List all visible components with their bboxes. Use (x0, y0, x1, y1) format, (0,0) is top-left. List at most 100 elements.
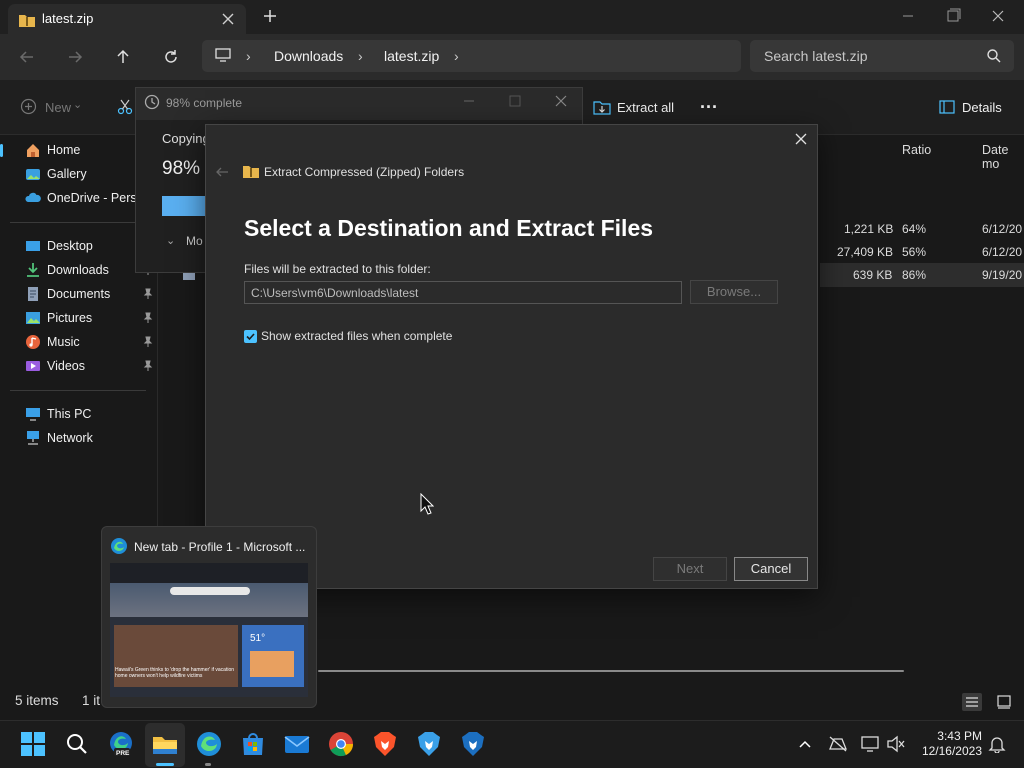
pc-icon (214, 47, 232, 63)
row-size: 27,409 KB (837, 245, 894, 259)
details-button[interactable]: Details (962, 100, 1002, 115)
maximize-icon[interactable] (931, 2, 975, 30)
row-ratio: 56% (902, 245, 927, 259)
store-icon[interactable] (240, 731, 266, 757)
new-plus-icon[interactable] (20, 98, 37, 115)
edge-icon[interactable] (196, 731, 222, 757)
brave-nightly-icon[interactable] (460, 731, 486, 757)
display-icon[interactable] (860, 735, 880, 753)
breadcrumb-downloads[interactable]: Downloads (274, 48, 343, 64)
next-button[interactable]: Next (653, 557, 727, 581)
column-header-date[interactable]: Date mo (982, 143, 1024, 171)
sidebar-item-pictures[interactable]: Pictures (0, 306, 157, 330)
pin-icon[interactable] (142, 288, 153, 299)
more-details-button[interactable]: Mo (186, 234, 203, 248)
cancel-button[interactable]: Cancel (734, 557, 808, 581)
selection-count: 1 it (82, 693, 101, 708)
device-offline-icon[interactable] (828, 735, 848, 753)
new-button[interactable]: New (45, 100, 71, 115)
more-options-button[interactable]: ... (700, 92, 718, 113)
clock[interactable]: 3:43 PM 12/16/2023 (916, 729, 982, 759)
show-files-checkbox[interactable] (244, 330, 257, 343)
progress-dialog-title: 98% complete (166, 96, 243, 110)
refresh-icon[interactable] (159, 45, 183, 69)
forward-icon[interactable] (63, 45, 87, 69)
mouse-cursor-icon (420, 493, 434, 515)
divider (10, 222, 146, 223)
pin-icon[interactable] (142, 312, 153, 323)
sidebar-item-this-pc[interactable]: This PC (0, 402, 157, 426)
wizard-header: Extract Compressed (Zipped) Folders (264, 165, 465, 179)
breadcrumb-latest-zip[interactable]: latest.zip (384, 48, 439, 64)
running-indicator (205, 763, 211, 766)
address-bar[interactable]: › Downloads › latest.zip › (202, 40, 741, 72)
sidebar-item-videos[interactable]: Videos (0, 354, 157, 378)
sidebar-item-documents[interactable]: Documents (0, 282, 157, 306)
tab-latest-zip[interactable]: latest.zip (8, 4, 246, 34)
sidebar-item-downloads[interactable]: Downloads (0, 258, 157, 282)
pictures-icon (25, 310, 41, 326)
up-icon[interactable] (111, 45, 135, 69)
back-arrow-icon[interactable] (214, 165, 230, 179)
sidebar-item-desktop[interactable]: Desktop (0, 234, 157, 258)
notification-bell-icon[interactable] (988, 735, 1006, 753)
taskbar-thumbnail-preview[interactable]: New tab - Profile 1 - Microsoft ... Hawa… (101, 526, 317, 708)
close-tab-icon[interactable] (220, 11, 236, 27)
close-window-icon[interactable] (976, 2, 1020, 30)
destination-path-input[interactable] (244, 281, 682, 304)
horizontal-scrollbar[interactable] (318, 670, 904, 672)
maximize-icon[interactable] (508, 94, 522, 108)
extract-all-icon (593, 99, 611, 115)
browse-button[interactable]: Browse... (690, 280, 778, 304)
wizard-heading: Select a Destination and Extract Files (244, 215, 654, 241)
sidebar-item-network[interactable]: Network (0, 426, 157, 450)
new-tab-icon[interactable] (261, 7, 279, 25)
row-date: 6/12/20 (982, 222, 1023, 236)
row-ratio: 64% (902, 222, 927, 236)
chevron-up-icon[interactable] (797, 737, 813, 751)
pin-icon[interactable] (142, 360, 153, 371)
pin-icon[interactable] (142, 336, 153, 347)
back-icon[interactable] (15, 45, 39, 69)
chevron-down-icon[interactable]: ⌄ (166, 234, 175, 247)
edge-dev-icon[interactable]: PRE (108, 731, 134, 757)
weather-temp: 51° (250, 633, 266, 644)
sidebar-item-home[interactable]: Home (0, 138, 157, 162)
chevron-right-icon: › (358, 48, 363, 64)
start-icon[interactable] (20, 731, 46, 757)
chevron-right-icon: › (246, 48, 251, 64)
search-icon (986, 48, 1002, 64)
chevron-down-icon: ⌄ (73, 99, 83, 111)
news-headline: Hawaii's Green thinks to 'drop the hamme… (115, 667, 235, 679)
column-header-ratio[interactable]: Ratio (902, 143, 931, 157)
svg-text:PRE: PRE (116, 750, 130, 757)
preview-search-box (170, 587, 250, 595)
volume-muted-icon[interactable] (886, 735, 906, 753)
close-icon[interactable] (554, 94, 568, 108)
row-size: 639 KB (853, 268, 893, 282)
file-explorer-icon[interactable] (152, 731, 178, 757)
details-view-icon[interactable] (962, 693, 982, 711)
sidebar-item-gallery[interactable]: Gallery (0, 162, 157, 186)
close-icon[interactable] (794, 132, 808, 146)
brave-icon[interactable] (372, 731, 398, 757)
sidebar-item-onedrive[interactable]: OneDrive - Perso (0, 186, 157, 210)
music-icon (25, 334, 41, 350)
search-icon[interactable] (64, 731, 90, 757)
mail-icon[interactable] (284, 731, 310, 757)
extract-wizard-dialog: Extract Compressed (Zipped) Folders Sele… (205, 124, 818, 589)
search-box[interactable]: Search latest.zip (750, 40, 1014, 72)
show-files-label[interactable]: Show extracted files when complete (261, 329, 452, 343)
destination-path-field[interactable] (245, 282, 681, 303)
chrome-icon[interactable] (328, 731, 354, 757)
extract-all-button[interactable]: Extract all (617, 100, 674, 115)
minimize-icon[interactable] (462, 94, 476, 108)
brave-beta-icon[interactable] (416, 731, 442, 757)
chevron-right-icon[interactable]: › (454, 48, 459, 64)
minimize-icon[interactable] (886, 2, 930, 30)
sidebar-item-music[interactable]: Music (0, 330, 157, 354)
cut-icon[interactable] (117, 99, 133, 115)
browser-preview: Hawaii's Green thinks to 'drop the hamme… (110, 563, 308, 697)
tiles-view-icon[interactable] (996, 694, 1012, 710)
details-pane-icon (939, 100, 955, 114)
